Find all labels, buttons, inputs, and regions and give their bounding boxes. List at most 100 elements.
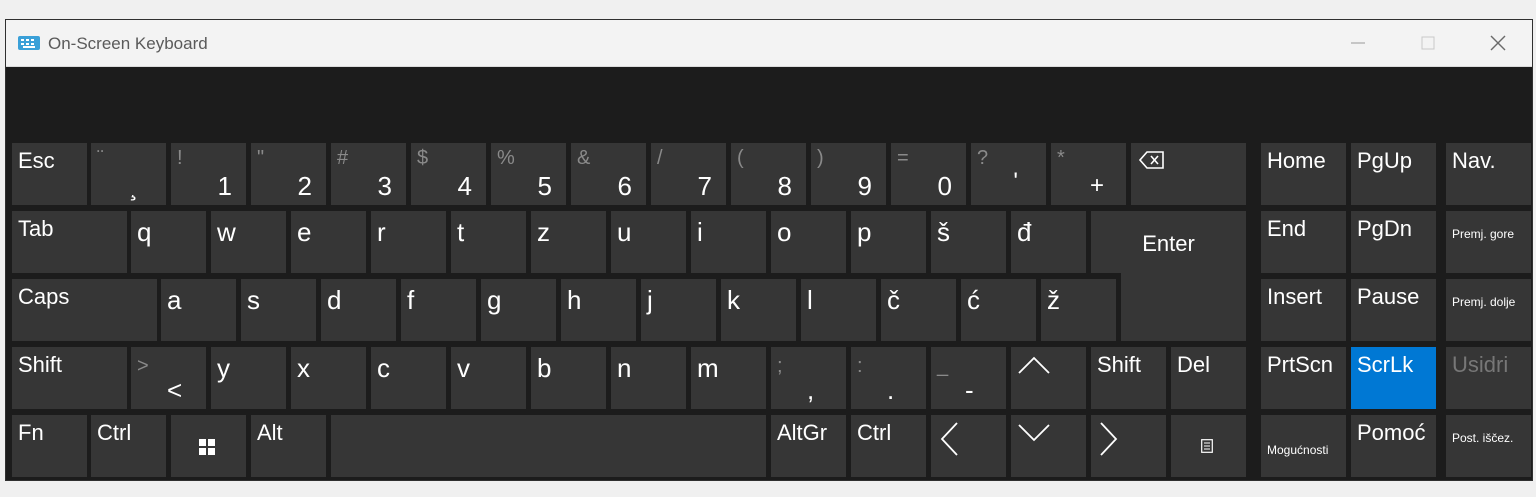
key-secondary: !: [177, 147, 183, 169]
key-number[interactable]: * +: [1051, 143, 1126, 205]
key-insert[interactable]: Insert: [1261, 279, 1346, 341]
key-letter[interactable]: s: [241, 279, 316, 341]
maximize-button[interactable]: [1393, 20, 1463, 66]
key-letter[interactable]: u: [611, 211, 686, 273]
key-secondary: %: [497, 147, 515, 169]
key-letter[interactable]: e: [291, 211, 366, 273]
key-alt[interactable]: Alt: [251, 415, 326, 477]
key-label: o: [777, 217, 792, 247]
key-shift-right[interactable]: Shift: [1091, 347, 1166, 409]
key-menu[interactable]: [1171, 415, 1246, 477]
key-letter[interactable]: v: [451, 347, 526, 409]
key-esc[interactable]: Esc: [12, 143, 87, 205]
key-enter[interactable]: Enter: [1091, 211, 1246, 273]
key-letter[interactable]: m: [691, 347, 766, 409]
key-number[interactable]: /7: [651, 143, 726, 205]
key-caps[interactable]: Caps: [12, 279, 157, 341]
key-number[interactable]: $4: [411, 143, 486, 205]
key-premj-dolje[interactable]: Premj. dolje: [1446, 279, 1531, 341]
key-primary: 7: [697, 171, 712, 201]
key-number[interactable]: ! 1: [171, 143, 246, 205]
key-label: Alt: [257, 420, 283, 445]
key-end[interactable]: End: [1261, 211, 1346, 273]
key-letter[interactable]: x: [291, 347, 366, 409]
key-pause[interactable]: Pause: [1351, 279, 1436, 341]
key-mogucnosti[interactable]: Mogućnosti: [1261, 415, 1346, 477]
key-letter[interactable]: đ: [1011, 211, 1086, 273]
key-pgdn[interactable]: PgDn: [1351, 211, 1436, 273]
key-letter[interactable]: a: [161, 279, 236, 341]
key-letter[interactable]: č: [881, 279, 956, 341]
maximize-icon: [1421, 36, 1435, 50]
key-enter-lower[interactable]: [1121, 267, 1246, 341]
key-backspace[interactable]: [1131, 143, 1246, 205]
key-letter[interactable]: l: [801, 279, 876, 341]
key-letter[interactable]: d: [321, 279, 396, 341]
key-windows[interactable]: [171, 415, 246, 477]
key-number[interactable]: " 2: [251, 143, 326, 205]
key-letter[interactable]: h: [561, 279, 636, 341]
key-angle[interactable]: > <: [131, 347, 206, 409]
key-letter[interactable]: q: [131, 211, 206, 273]
key-number[interactable]: = 0: [891, 143, 966, 205]
key-premj-gore[interactable]: Premj. gore: [1446, 211, 1531, 273]
key-label: PgDn: [1357, 216, 1413, 241]
key-symbol[interactable]: _ -: [931, 347, 1006, 409]
key-ctrl-right[interactable]: Ctrl: [851, 415, 926, 477]
key-del[interactable]: Del: [1171, 347, 1246, 409]
key-letter[interactable]: i: [691, 211, 766, 273]
key-secondary: ¨: [97, 147, 104, 169]
key-letter[interactable]: n: [611, 347, 686, 409]
key-nav[interactable]: Nav.: [1446, 143, 1531, 205]
key-number[interactable]: ) 9: [811, 143, 886, 205]
key-letter[interactable]: b: [531, 347, 606, 409]
key-letter[interactable]: t: [451, 211, 526, 273]
key-letter[interactable]: k: [721, 279, 796, 341]
key-pgup[interactable]: PgUp: [1351, 143, 1436, 205]
key-fn[interactable]: Fn: [12, 415, 87, 477]
key-scrlk[interactable]: ScrLk: [1351, 347, 1436, 409]
key-letter[interactable]: w: [211, 211, 286, 273]
key-prtscn[interactable]: PrtScn: [1261, 347, 1346, 409]
minimize-icon: [1351, 42, 1365, 44]
key-letter[interactable]: y: [211, 347, 286, 409]
key-number[interactable]: ¨ ¸: [91, 143, 166, 205]
key-arrow-right[interactable]: [1091, 415, 1166, 477]
key-symbol[interactable]: ;,: [771, 347, 846, 409]
key-arrow-down[interactable]: [1011, 415, 1086, 477]
key-letter[interactable]: ć: [961, 279, 1036, 341]
key-letter[interactable]: r: [371, 211, 446, 273]
key-number[interactable]: #3: [331, 143, 406, 205]
key-symbol[interactable]: :.: [851, 347, 926, 409]
key-arrow-up[interactable]: [1011, 347, 1086, 409]
key-home[interactable]: Home: [1261, 143, 1346, 205]
key-altgr[interactable]: AltGr: [771, 415, 846, 477]
key-letter[interactable]: c: [371, 347, 446, 409]
key-letter[interactable]: j: [641, 279, 716, 341]
key-letter[interactable]: z: [531, 211, 606, 273]
key-number[interactable]: & 6: [571, 143, 646, 205]
key-shift-left[interactable]: Shift: [12, 347, 127, 409]
key-space[interactable]: [331, 415, 766, 477]
key-pomoc[interactable]: Pomoć: [1351, 415, 1436, 477]
minimize-button[interactable]: [1323, 20, 1393, 66]
key-arrow-left[interactable]: [931, 415, 1006, 477]
key-letter[interactable]: ž: [1041, 279, 1116, 341]
key-usidri[interactable]: Usidri: [1446, 347, 1531, 409]
key-ctrl-left[interactable]: Ctrl: [91, 415, 166, 477]
key-post-iscez[interactable]: Post. iščez.: [1446, 415, 1531, 477]
key-letter[interactable]: p: [851, 211, 926, 273]
close-button[interactable]: [1463, 20, 1532, 66]
key-number[interactable]: ? ': [971, 143, 1046, 205]
key-label: y: [217, 353, 230, 383]
key-letter[interactable]: f: [401, 279, 476, 341]
key-letter[interactable]: g: [481, 279, 556, 341]
key-primary: .: [887, 375, 895, 405]
key-number[interactable]: % 5: [491, 143, 566, 205]
key-primary: -: [965, 375, 974, 405]
key-number[interactable]: (8: [731, 143, 806, 205]
key-letter[interactable]: š: [931, 211, 1006, 273]
key-letter[interactable]: o: [771, 211, 846, 273]
key-tab[interactable]: Tab: [12, 211, 127, 273]
key-secondary: >: [137, 355, 149, 377]
